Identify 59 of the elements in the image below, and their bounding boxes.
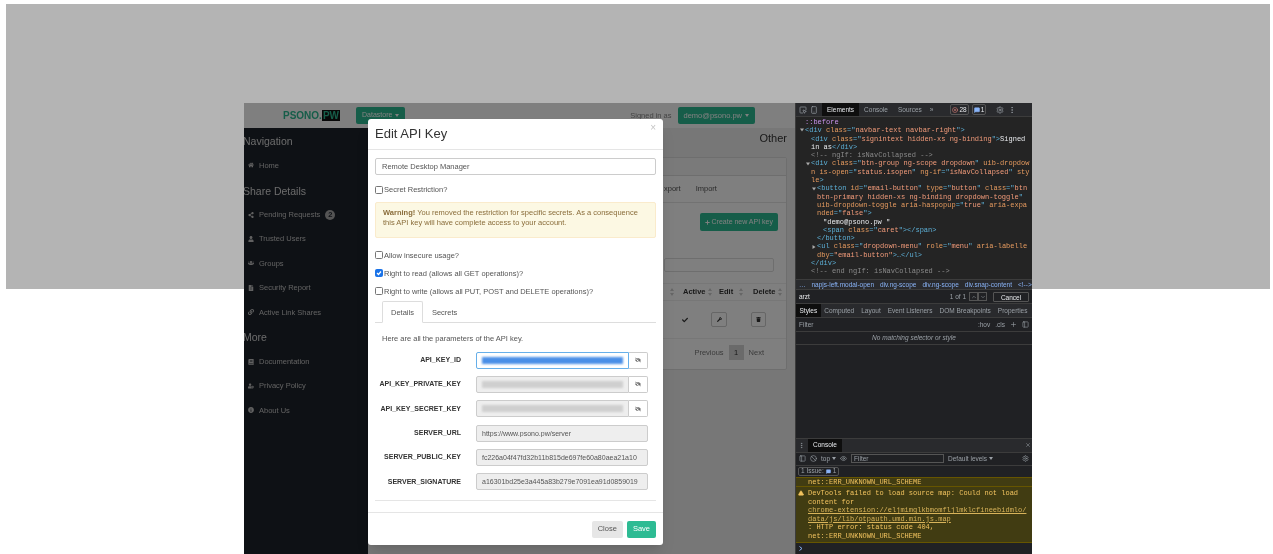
secret-field[interactable]: [476, 351, 629, 369]
modal-title: Edit API Key: [375, 125, 448, 144]
home-icon: [248, 162, 254, 169]
sidebar-heading: Share Details: [244, 183, 308, 199]
share-icon: [248, 211, 254, 218]
caret-icon: [989, 457, 994, 460]
toggle-visibility-button[interactable]: [629, 351, 648, 369]
users-icon: [248, 260, 254, 267]
sidebar-heading: More: [244, 330, 268, 346]
checkbox[interactable]: [375, 251, 383, 260]
message-icon: [973, 106, 980, 113]
sidebar-heading: Navigation: [244, 134, 294, 150]
disclosure-triangle-icon[interactable]: [800, 128, 804, 133]
warning-icon: [798, 490, 804, 496]
settings-icon[interactable]: [996, 105, 1005, 114]
trash-icon: [756, 317, 761, 322]
search-field[interactable]: [664, 258, 774, 272]
sidebar-toggle-icon[interactable]: [1022, 321, 1029, 328]
eye-slash-icon: [635, 357, 641, 363]
eye-icon[interactable]: [840, 455, 848, 462]
chevron-down-icon: [979, 293, 986, 300]
eye-slash-icon: [635, 381, 641, 388]
wrench-icon: [716, 317, 722, 322]
prompt-icon: [799, 546, 803, 551]
caret-icon: [745, 114, 749, 117]
disclosure-triangle-icon[interactable]: [806, 161, 810, 166]
checkbox[interactable]: [375, 269, 383, 278]
shield-icon: [248, 382, 254, 389]
inspect-icon[interactable]: [799, 105, 807, 114]
document-icon: [248, 284, 254, 291]
edit-button[interactable]: [711, 312, 727, 327]
settings-icon[interactable]: [1022, 455, 1029, 462]
book-icon: [248, 358, 254, 365]
message-icon: [825, 468, 831, 474]
device-icon[interactable]: [810, 105, 818, 114]
page-heading: Other: [759, 130, 787, 146]
link-icon: [248, 309, 254, 316]
disclosure-triangle-icon[interactable]: [812, 244, 816, 249]
eye-slash-icon: [635, 405, 641, 412]
delete-button[interactable]: [751, 312, 766, 327]
close-icon[interactable]: [1025, 442, 1031, 448]
secret-field[interactable]: [476, 375, 629, 393]
user-icon: [248, 235, 254, 242]
toggle-visibility-button[interactable]: [629, 400, 648, 418]
next-match-button[interactable]: [978, 292, 987, 301]
secret-field[interactable]: [476, 400, 629, 418]
info-icon: [248, 407, 254, 414]
previous-match-button[interactable]: [969, 292, 978, 301]
checkbox[interactable]: [375, 287, 383, 296]
plus-icon[interactable]: [1010, 321, 1017, 328]
sidebar-toggle-icon[interactable]: [799, 455, 806, 462]
plus-icon: [704, 219, 710, 225]
chevron-up-icon: [970, 293, 977, 300]
toggle-visibility-button[interactable]: [629, 375, 648, 393]
checkbox[interactable]: [375, 185, 383, 194]
caret-icon: [832, 457, 837, 460]
disclosure-triangle-icon[interactable]: [812, 186, 816, 191]
clear-icon[interactable]: [810, 455, 817, 462]
error-icon: [952, 106, 959, 113]
